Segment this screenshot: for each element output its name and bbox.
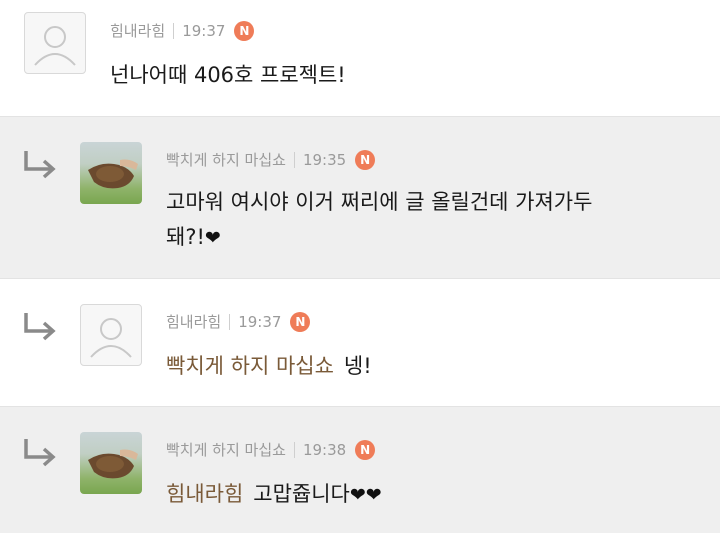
comment-time: 19:38 xyxy=(302,440,347,459)
comment-time: 19:35 xyxy=(302,150,347,169)
comment-author[interactable]: 빡치게 하지 마십쇼 xyxy=(166,439,286,460)
new-badge: N xyxy=(234,20,255,41)
comment-meta: 힘내라힘 19:37 N xyxy=(166,311,311,332)
comment-text: 넌나어때 406호 프로젝트! xyxy=(110,63,346,87)
meta-divider xyxy=(293,151,295,168)
comment-author[interactable]: 빡치게 하지 마십쇼 xyxy=(166,149,286,170)
comment-meta: 빡치게 하지 마십쇼 19:38 N xyxy=(166,439,376,460)
hand-soil-photo-icon xyxy=(88,159,138,189)
reply-arrow-icon xyxy=(24,151,56,179)
mention-link[interactable]: 힘내라힘 xyxy=(166,482,243,506)
new-badge: N xyxy=(355,439,376,460)
comment-text: 고마워 여시야 이거 쩌리에 글 올릴건데 가져가두 돼?!❤ xyxy=(166,185,592,256)
avatar[interactable] xyxy=(80,432,142,494)
default-user-icon xyxy=(34,26,76,66)
heart-icon: ❤❤ xyxy=(349,484,382,506)
comment-text-fragment: 돼?! xyxy=(166,225,205,249)
meta-divider xyxy=(229,313,231,330)
comment-text-line: 돼?!❤ xyxy=(166,220,592,256)
comment-text-line: 고마워 여시야 이거 쩌리에 글 올릴건데 가져가두 xyxy=(166,190,593,214)
comment-author[interactable]: 힘내라힘 xyxy=(110,20,165,41)
comment-text: 빡치게 하지 마십쇼 넹! xyxy=(166,349,372,384)
comment-text: 힘내라힘 고맙쥽니다❤❤ xyxy=(166,477,382,513)
comment-time: 19:37 xyxy=(238,312,282,331)
meta-divider xyxy=(293,441,295,458)
reply-arrow-icon xyxy=(24,313,56,341)
reply-arrow-icon xyxy=(24,439,56,467)
reply-item: 힘내라힘 19:37 N 빡치게 하지 마십쇼 넹! xyxy=(0,278,720,407)
default-user-icon xyxy=(90,318,132,358)
heart-icon: ❤ xyxy=(204,227,221,249)
avatar[interactable] xyxy=(24,12,86,74)
hand-soil-photo-icon xyxy=(88,449,138,479)
comment-meta: 힘내라힘 19:37 N xyxy=(110,20,255,41)
avatar[interactable] xyxy=(80,142,142,204)
avatar[interactable] xyxy=(80,304,142,366)
reply-item: 빡치게 하지 마십쇼 19:35 N 고마워 여시야 이거 쩌리에 글 올릴건데… xyxy=(0,116,720,279)
comment-text-fragment: 넹! xyxy=(343,354,372,378)
meta-divider xyxy=(173,22,175,39)
mention-link[interactable]: 빡치게 하지 마십쇼 xyxy=(166,354,334,378)
new-badge: N xyxy=(355,149,376,170)
new-badge: N xyxy=(290,311,311,332)
comment-time: 19:37 xyxy=(182,21,226,40)
reply-item: 빡치게 하지 마십쇼 19:38 N 힘내라힘 고맙쥽니다❤❤ xyxy=(0,406,720,533)
comment-author[interactable]: 힘내라힘 xyxy=(166,311,221,332)
comment-meta: 빡치게 하지 마십쇼 19:35 N xyxy=(166,149,376,170)
comment-text-fragment: 고맙쥽니다 xyxy=(253,482,350,506)
comment-item: 힘내라힘 19:37 N 넌나어때 406호 프로젝트! xyxy=(0,0,720,116)
